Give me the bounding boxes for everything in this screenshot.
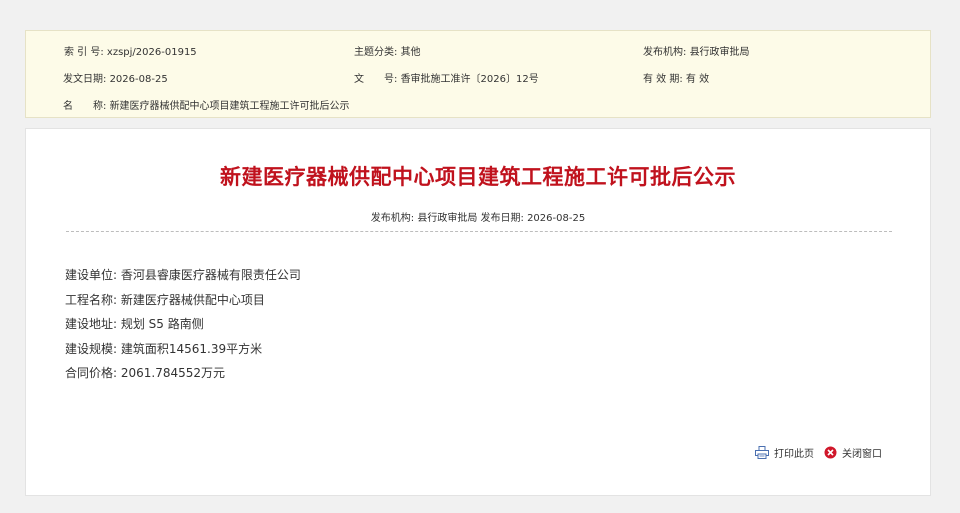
- title-divider: [66, 231, 892, 232]
- close-window-button[interactable]: 关闭窗口: [824, 445, 882, 460]
- issue-date-value: 2026-08-25: [109, 74, 168, 85]
- index-number-label: 索 引 号:: [64, 47, 104, 58]
- document-name: 名 称: 新建医疗器械供配中心项目建筑工程施工许可批后公示: [63, 99, 350, 115]
- publishing-agency-label: 发布机构:: [643, 47, 687, 58]
- index-number-value: xzspj/2026-01915: [106, 47, 197, 58]
- issue-date-label: 发文日期:: [63, 74, 107, 85]
- print-page-label: 打印此页: [774, 449, 814, 460]
- article-panel: 新建医疗器械供配中心项目建筑工程施工许可批后公示 发布机构: 县行政审批局 发布…: [25, 128, 931, 496]
- document-number-value: 香审批施工准许〔2026〕12号: [400, 74, 539, 85]
- construction-unit-line: 建设单位: 香河县睿康医疗器械有限责任公司: [65, 268, 301, 282]
- document-number: 文 号: 香审批施工准许〔2026〕12号: [354, 72, 539, 88]
- page-tools: 打印此页 关闭窗口: [755, 445, 882, 460]
- construction-address-line: 建设地址: 规划 S5 路南侧: [65, 317, 204, 331]
- validity-period-value: 有 效: [685, 74, 710, 85]
- print-page-button[interactable]: 打印此页: [755, 445, 814, 460]
- issue-date: 发文日期: 2026-08-25: [63, 72, 168, 88]
- document-metadata-panel: 索 引 号: xzspj/2026-01915 主题分类: 其他 发布机构: 县…: [25, 30, 931, 118]
- topic-category: 主题分类: 其他: [354, 45, 421, 61]
- article-publish-info: 发布机构: 县行政审批局 发布日期: 2026-08-25: [370, 213, 586, 224]
- close-window-label: 关闭窗口: [842, 449, 882, 460]
- document-number-label: 文 号:: [354, 74, 398, 85]
- publishing-agency: 发布机构: 县行政审批局: [643, 45, 750, 61]
- validity-period: 有 效 期: 有 效: [643, 72, 709, 88]
- construction-scale-line: 建设规模: 建筑面积14561.39平方米: [65, 341, 263, 356]
- close-circle-icon: [824, 446, 837, 459]
- topic-category-value: 其他: [400, 47, 421, 58]
- contract-price-line: 合同价格: 2061.784552万元: [65, 366, 226, 380]
- publishing-agency-value: 县行政审批局: [689, 47, 750, 58]
- document-name-label: 名 称:: [63, 101, 107, 112]
- document-name-value: 新建医疗器械供配中心项目建筑工程施工许可批后公示: [109, 101, 350, 112]
- article-body: 建设单位: 香河县睿康医疗器械有限责任公司 工程名称: 新建医疗器械供配中心项目…: [65, 266, 301, 389]
- validity-period-label: 有 效 期:: [643, 74, 683, 85]
- topic-category-label: 主题分类:: [354, 47, 398, 58]
- index-number: 索 引 号: xzspj/2026-01915: [64, 45, 197, 61]
- printer-icon: [755, 446, 769, 459]
- project-name-line: 工程名称: 新建医疗器械供配中心项目: [65, 292, 265, 307]
- article-title: 新建医疗器械供配中心项目建筑工程施工许可批后公示: [220, 165, 736, 189]
